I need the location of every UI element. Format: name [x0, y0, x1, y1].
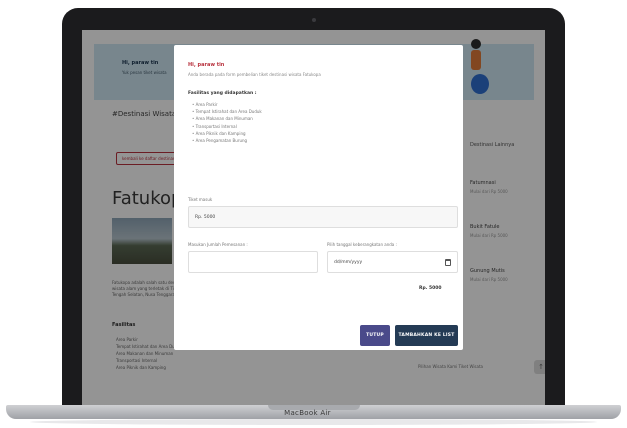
quantity-field[interactable]: [188, 251, 318, 273]
price-label: Tiket masuk: [188, 197, 213, 202]
stage: Hi, paraw tin Yuk pesan tiket wisata #De…: [0, 0, 627, 428]
modal-facilities-list: Area Parkir Tempat Istirahat dan Area Du…: [192, 101, 262, 144]
total-price: Rp. 5000: [419, 286, 442, 291]
list-item: Tempat Istirahat dan Area Duduk: [192, 108, 262, 115]
camera-icon: [312, 18, 316, 22]
modal-title: Hi, paraw tin: [188, 62, 225, 68]
laptop-screen: Hi, paraw tin Yuk pesan tiket wisata #De…: [82, 30, 545, 405]
list-item: Area Pengamatan Burung: [192, 137, 262, 144]
modal-facilities-heading: Fasilitas yang didapatkan :: [188, 91, 257, 96]
date-label: Pilih tanggal keberangkatan anda :: [327, 242, 397, 247]
date-field[interactable]: dd/mm/yyyy: [327, 251, 458, 273]
list-item: Area Parkir: [192, 101, 262, 108]
close-button[interactable]: TUTUP: [360, 325, 390, 346]
list-item: Area Makanan dan Minuman: [192, 115, 262, 122]
list-item: Transportasi Internal: [192, 123, 262, 130]
price-field: Rp. 5000: [188, 206, 458, 228]
laptop-shadow: [30, 419, 597, 425]
add-to-list-button[interactable]: TAMBAHKAN KE LIST: [395, 325, 458, 346]
ticket-modal: Hi, paraw tin Anda berada pada form pemb…: [174, 45, 463, 350]
modal-subtitle: Anda berada pada form pembelian tiket de…: [188, 72, 321, 77]
list-item: Area Piknik dan Kamping: [192, 130, 262, 137]
calendar-icon[interactable]: [445, 259, 451, 266]
quantity-label: Masukan Jumlah Pemesanan :: [188, 242, 248, 247]
device-label: MacBook Air: [284, 409, 331, 417]
date-value: dd/mm/yyyy: [334, 260, 363, 265]
